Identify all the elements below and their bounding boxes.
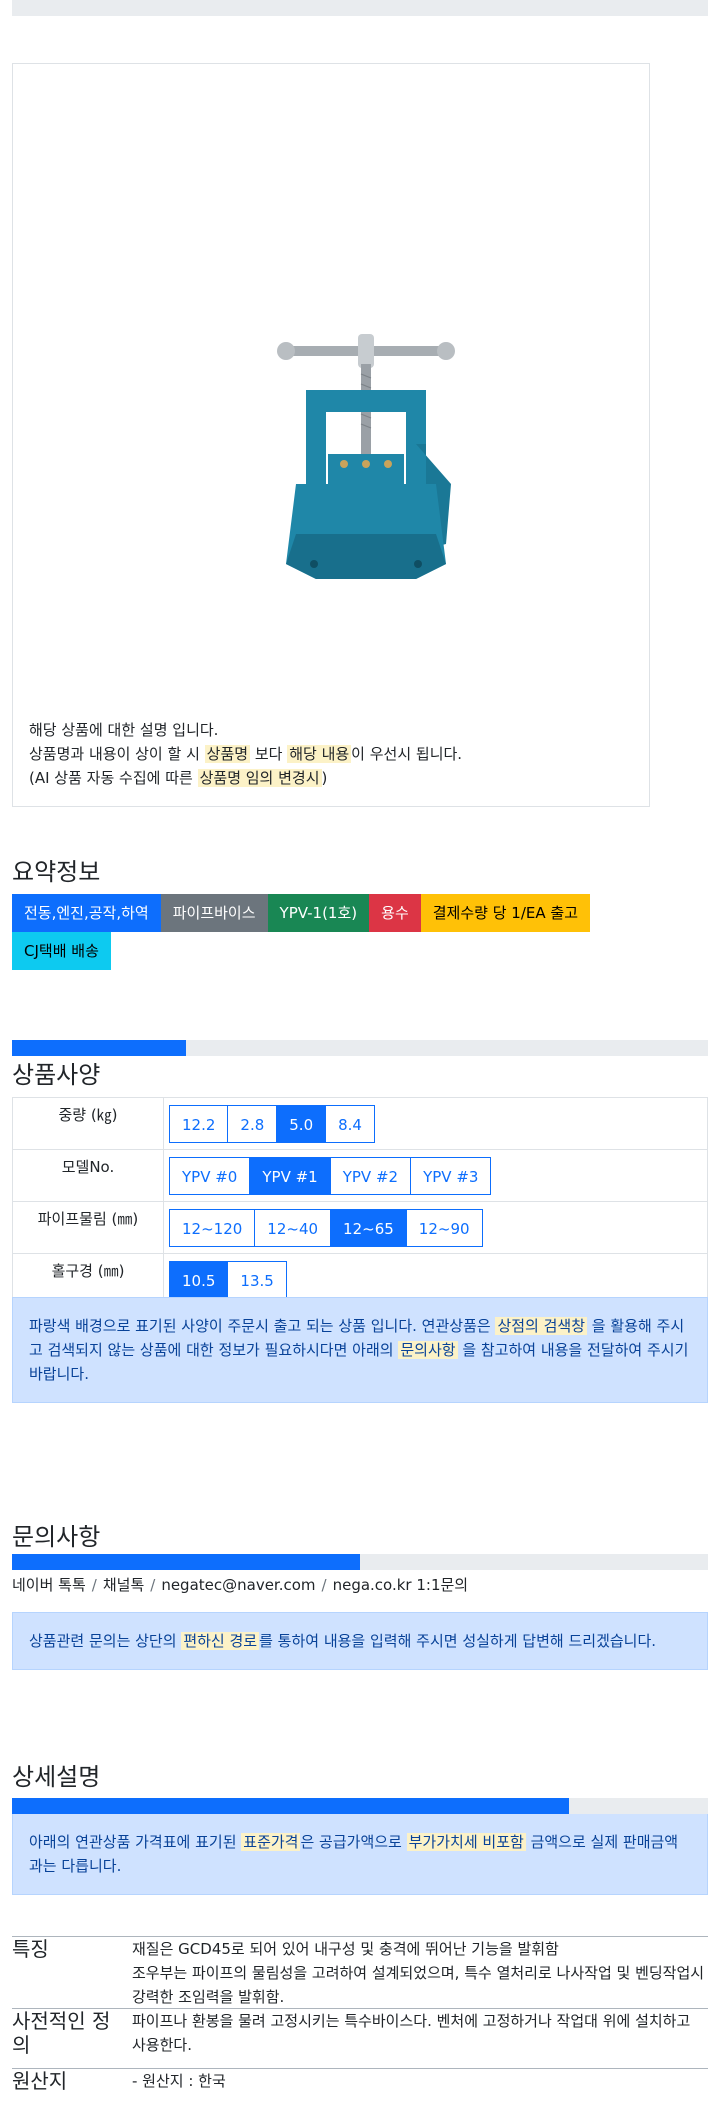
feature-key: 사전적인 정의: [12, 2009, 111, 2057]
contact-channel-link[interactable]: nega.co.kr 1:1문의: [333, 1576, 469, 1594]
spec-option-button[interactable]: 13.5: [227, 1260, 287, 1299]
product-description: 해당 상품에 대한 설명 입니다. 상품명과 내용이 상이 할 시 상품명 보다…: [29, 718, 462, 790]
product-image-box: 해당 상품에 대한 설명 입니다. 상품명과 내용이 상이 할 시 상품명 보다…: [12, 63, 650, 807]
feature-value: 재질은 GCD45로 되어 있어 내구성 및 충격에 뛰어난 기능을 발휘함조우…: [132, 1937, 708, 2009]
spec-label: 중량 (㎏): [12, 1097, 164, 1150]
desc-text: 상품명과 내용이 상이 할 시: [29, 745, 205, 763]
inquiry-progress-bar: [12, 1554, 708, 1570]
pipe-vise-image: [277, 334, 455, 579]
spec-label: 모델No.: [12, 1149, 164, 1202]
desc-text: (AI 상품 자동 수집에 따른: [29, 769, 198, 787]
spec-table: 중량 (㎏) 12.2 2.8 5.0 8.4 모델No. YPV #0 YPV #1 YPV …: [12, 1097, 708, 1306]
summary-badge: 파이프바이스: [160, 894, 268, 932]
channel-separator: /: [321, 1576, 327, 1594]
spec-option-button[interactable]: 12.2: [169, 1104, 229, 1143]
feature-value-line: 재질은 GCD45로 되어 있어 내구성 및 충격에 뛰어난 기능을 발휘함: [132, 1940, 559, 1958]
highlight-vat-excluded: 부가가치세 비포함: [406, 1833, 526, 1851]
desc-text: 보다: [250, 745, 288, 763]
feature-value: 파이프나 환봉을 물려 고정시키는 특수바이스다. 벤처에 고정하거나 작업대 …: [132, 2012, 691, 2054]
spec-row: 중량 (㎏) 12.2 2.8 5.0 8.4: [12, 1097, 708, 1150]
highlight-preferred-route: 편하신 경로: [181, 1632, 260, 1650]
spec-options: 12~120 12~40 12~65 12~90: [163, 1201, 708, 1254]
spec-option-button[interactable]: 5.0: [276, 1104, 327, 1143]
contact-channel-link[interactable]: 채널톡: [103, 1576, 144, 1594]
highlight-inquiry: 문의사항: [398, 1341, 458, 1359]
spec-option-button[interactable]: YPV #0: [169, 1156, 251, 1195]
notice-text: 은 공급가액으로: [300, 1833, 407, 1851]
spec-option-button[interactable]: 12~120: [169, 1208, 256, 1247]
desc-line-1: 해당 상품에 대한 설명 입니다.: [29, 721, 219, 739]
highlight-product-name: 상품명: [204, 745, 251, 763]
spec-options: YPV #0 YPV #1 YPV #2 YPV #3: [163, 1149, 708, 1202]
highlight-name-change: 상품명 임의 변경시: [197, 769, 322, 787]
summary-badge: 전동,엔진,공작,하역: [12, 894, 161, 932]
highlight-standard-price: 표준가격: [241, 1833, 301, 1851]
contact-channels: 네이버 톡톡 / 채널톡 / negatec@naver.com / nega.co.kr …: [12, 1574, 468, 1595]
inquiry-notice: 상품관련 문의는 상단의 편하신 경로 를 통하여 내용을 입력해 주시면 성실하…: [12, 1612, 708, 1670]
spec-notice: 파랑색 배경으로 표기된 사양이 주문시 출고 되는 상품 입니다. 연관상품은…: [12, 1297, 708, 1403]
desc-line-2: 상품명과 내용이 상이 할 시 상품명 보다 해당 내용 이 우선시 됩니다.: [29, 742, 462, 766]
desc-line-3: (AI 상품 자동 수집에 따른 상품명 임의 변경시): [29, 766, 462, 790]
detail-progress-bar: [12, 1798, 708, 1814]
spec-option-button[interactable]: 12~40: [254, 1208, 332, 1247]
spec-option-button[interactable]: 12~65: [330, 1208, 407, 1247]
summary-heading: 요약정보: [12, 858, 101, 886]
channel-separator: /: [91, 1576, 97, 1594]
feature-key: 원산지: [12, 2069, 68, 2093]
channel-separator: /: [150, 1576, 156, 1594]
spec-option-button[interactable]: 2.8: [227, 1104, 278, 1143]
notice-text: 상품관련 문의는 상단의: [29, 1632, 182, 1650]
detail-notice: 아래의 연관상품 가격표에 표기된 표준가격 은 공급가액으로 부가가치세 비포함…: [12, 1814, 708, 1895]
detail-heading: 상세설명: [12, 1763, 101, 1791]
spec-option-button[interactable]: YPV #2: [329, 1156, 412, 1195]
spec-row: 모델No. YPV #0 YPV #1 YPV #2 YPV #3: [12, 1149, 708, 1202]
feature-value-line: 조우부는 파이프의 물림성을 고려하여 설계되었으며, 특수 열처리로 나사작업…: [132, 1964, 705, 2006]
spec-option-button[interactable]: YPV #1: [249, 1156, 331, 1195]
desc-text: ): [321, 769, 328, 787]
spec-row: 파이프물림 (㎜) 12~120 12~40 12~65 12~90: [12, 1201, 708, 1254]
feature-value: - 원산지 : 한국: [132, 2072, 226, 2090]
summary-badges: 전동,엔진,공작,하역 파이프바이스 YPV-1(1호) 용수 결제수량 당 1/EA …: [12, 894, 652, 970]
spec-option-button[interactable]: YPV #3: [410, 1156, 492, 1195]
summary-badge: 용수: [369, 894, 421, 932]
spec-option-button[interactable]: 8.4: [325, 1104, 375, 1143]
highlight-content: 해당 내용: [287, 745, 352, 763]
spec-option-button[interactable]: 10.5: [169, 1260, 229, 1299]
inquiry-progress-fill: [12, 1554, 360, 1570]
highlight-search-box: 상점의 검색창: [495, 1317, 588, 1335]
spec-progress-bar: [12, 1040, 708, 1056]
contact-channel-link[interactable]: 네이버 톡톡: [12, 1576, 86, 1594]
spec-option-button[interactable]: 12~90: [405, 1208, 483, 1247]
feature-row: 특징 재질은 GCD45로 되어 있어 내구성 및 충격에 뛰어난 기능을 발휘…: [12, 1936, 708, 2007]
top-bar: [12, 0, 708, 16]
spec-progress-fill: [12, 1040, 186, 1056]
summary-badge: 결제수량 당 1/EA 출고: [420, 894, 590, 932]
notice-text: 를 통하여 내용을 입력해 주시면 성실하게 답변해 드리겠습니다.: [259, 1632, 657, 1650]
detail-progress-fill: [12, 1798, 569, 1814]
inquiry-heading: 문의사항: [12, 1523, 101, 1551]
feature-row: 원산지 - 원산지 : 한국: [12, 2068, 708, 2101]
feature-row: 사전적인 정의 파이프나 환봉을 물려 고정시키는 특수바이스다. 벤처에 고정…: [12, 2008, 708, 2067]
spec-label: 파이프물림 (㎜): [12, 1201, 164, 1254]
notice-text: 아래의 연관상품 가격표에 표기된: [29, 1833, 242, 1851]
summary-badge: YPV-1(1호): [267, 894, 370, 932]
spec-heading: 상품사양: [12, 1061, 101, 1089]
desc-text: 이 우선시 됩니다.: [351, 745, 463, 763]
feature-key: 특징: [12, 1937, 49, 1961]
notice-text: 파랑색 배경으로 표기된 사양이 주문시 출고 되는 상품 입니다. 연관상품은: [29, 1317, 496, 1335]
summary-badge: CJ택배 배송: [12, 932, 111, 970]
contact-channel-link[interactable]: negatec@naver.com: [161, 1576, 315, 1594]
spec-options: 12.2 2.8 5.0 8.4: [163, 1097, 708, 1150]
